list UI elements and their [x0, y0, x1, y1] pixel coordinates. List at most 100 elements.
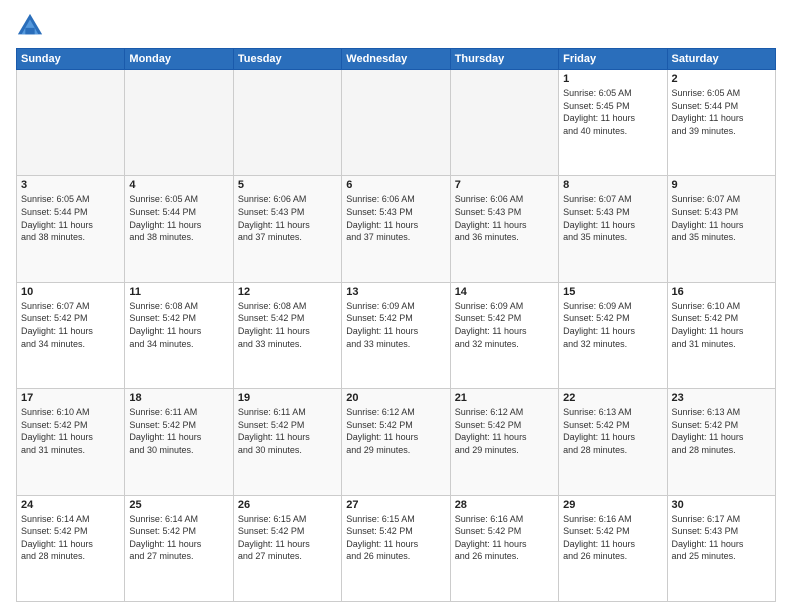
weekday-header-sunday: Sunday — [17, 49, 125, 70]
day-cell-empty — [450, 70, 558, 176]
day-info-3: Sunrise: 6:05 AMSunset: 5:44 PMDaylight:… — [21, 193, 120, 243]
day-cell-8: 8 Sunrise: 6:07 AMSunset: 5:43 PMDaylight… — [559, 176, 667, 282]
day-cell-6: 6Sunrise: 6:06 AMSunset: 5:43 PMDaylight… — [342, 176, 450, 282]
day-cell-5: 5 Sunrise: 6:06 AMSunset: 5:43 PMDaylight… — [233, 176, 341, 282]
day-info-15: Sunrise: 6:09 AMSunset: 5:42 PMDaylight:… — [563, 300, 662, 350]
day-cell-1: 1 Sunrise: 6:05 AMSunset: 5:45 PMDaylight… — [559, 70, 667, 176]
day-number-11: 11 — [129, 286, 228, 298]
day-info-4: Sunrise: 6:05 AMSunset: 5:44 PMDaylight:… — [129, 193, 228, 243]
day-number-13: 13 — [346, 286, 445, 298]
day-info-24: Sunrise: 6:14 AMSunset: 5:42 PMDaylight:… — [21, 513, 120, 563]
day-number-8: 8 — [563, 179, 662, 191]
day-cell-10: 10 Sunrise: 6:07 AMSunset: 5:42 PMDayligh… — [17, 282, 125, 388]
day-cell-13: 13 Sunrise: 6:09 AMSunset: 5:42 PMDayligh… — [342, 282, 450, 388]
day-cell-7: 7 Sunrise: 6:06 AMSunset: 5:43 PMDaylight… — [450, 176, 558, 282]
page: SundayMondayTuesdayWednesdayThursdayFrid… — [0, 0, 792, 612]
day-number-9: 9 — [672, 179, 771, 191]
day-info-12: Sunrise: 6:08 AMSunset: 5:42 PMDaylight:… — [238, 300, 337, 350]
day-info-29: Sunrise: 6:16 AMSunset: 5:42 PMDaylight:… — [563, 513, 662, 563]
day-number-22: 22 — [563, 392, 662, 404]
day-info-17: Sunrise: 6:10 AMSunset: 5:42 PMDaylight:… — [21, 406, 120, 456]
day-cell-26: 26 Sunrise: 6:15 AMSunset: 5:42 PMDayligh… — [233, 495, 341, 601]
day-cell-25: 25 Sunrise: 6:14 AMSunset: 5:42 PMDayligh… — [125, 495, 233, 601]
day-number-25: 25 — [129, 499, 228, 511]
day-number-1: 1 — [563, 73, 662, 85]
week-row-3: 10 Sunrise: 6:07 AMSunset: 5:42 PMDayligh… — [17, 282, 776, 388]
day-cell-27: 27 Sunrise: 6:15 AMSunset: 5:42 PMDayligh… — [342, 495, 450, 601]
day-number-20: 20 — [346, 392, 445, 404]
day-number-10: 10 — [21, 286, 120, 298]
day-info-10: Sunrise: 6:07 AMSunset: 5:42 PMDaylight:… — [21, 300, 120, 350]
day-cell-12: 12 Sunrise: 6:08 AMSunset: 5:42 PMDayligh… — [233, 282, 341, 388]
day-cell-4: 4 Sunrise: 6:05 AMSunset: 5:44 PMDaylight… — [125, 176, 233, 282]
day-number-5: 5 — [238, 179, 337, 191]
day-cell-29: 29 Sunrise: 6:16 AMSunset: 5:42 PMDayligh… — [559, 495, 667, 601]
day-cell-21: 21Sunrise: 6:12 AMSunset: 5:42 PMDayligh… — [450, 389, 558, 495]
calendar-table: SundayMondayTuesdayWednesdayThursdayFrid… — [16, 48, 776, 602]
day-cell-28: 28Sunrise: 6:16 AMSunset: 5:42 PMDayligh… — [450, 495, 558, 601]
day-info-7: Sunrise: 6:06 AMSunset: 5:43 PMDaylight:… — [455, 193, 554, 243]
day-number-15: 15 — [563, 286, 662, 298]
weekday-header-thursday: Thursday — [450, 49, 558, 70]
day-cell-19: 19 Sunrise: 6:11 AMSunset: 5:42 PMDayligh… — [233, 389, 341, 495]
week-row-4: 17Sunrise: 6:10 AMSunset: 5:42 PMDayligh… — [17, 389, 776, 495]
day-number-7: 7 — [455, 179, 554, 191]
day-number-6: 6 — [346, 179, 445, 191]
day-cell-empty — [125, 70, 233, 176]
day-number-19: 19 — [238, 392, 337, 404]
logo — [16, 12, 48, 40]
day-number-14: 14 — [455, 286, 554, 298]
day-cell-11: 11 Sunrise: 6:08 AMSunset: 5:42 PMDayligh… — [125, 282, 233, 388]
day-number-12: 12 — [238, 286, 337, 298]
day-info-14: Sunrise: 6:09 AMSunset: 5:42 PMDaylight:… — [455, 300, 554, 350]
day-number-23: 23 — [672, 392, 771, 404]
day-info-27: Sunrise: 6:15 AMSunset: 5:42 PMDaylight:… — [346, 513, 445, 563]
day-info-2: Sunrise: 6:05 AMSunset: 5:44 PMDaylight:… — [672, 87, 771, 137]
day-cell-30: 30Sunrise: 6:17 AMSunset: 5:43 PMDayligh… — [667, 495, 775, 601]
day-info-22: Sunrise: 6:13 AMSunset: 5:42 PMDaylight:… — [563, 406, 662, 456]
week-row-5: 24 Sunrise: 6:14 AMSunset: 5:42 PMDayligh… — [17, 495, 776, 601]
day-number-16: 16 — [672, 286, 771, 298]
day-info-28: Sunrise: 6:16 AMSunset: 5:42 PMDaylight:… — [455, 513, 554, 563]
day-info-8: Sunrise: 6:07 AMSunset: 5:43 PMDaylight:… — [563, 193, 662, 243]
day-number-26: 26 — [238, 499, 337, 511]
day-info-19: Sunrise: 6:11 AMSunset: 5:42 PMDaylight:… — [238, 406, 337, 456]
header — [16, 12, 776, 40]
day-number-18: 18 — [129, 392, 228, 404]
week-row-1: 1 Sunrise: 6:05 AMSunset: 5:45 PMDaylight… — [17, 70, 776, 176]
day-info-9: Sunrise: 6:07 AMSunset: 5:43 PMDaylight:… — [672, 193, 771, 243]
day-cell-22: 22 Sunrise: 6:13 AMSunset: 5:42 PMDayligh… — [559, 389, 667, 495]
day-info-13: Sunrise: 6:09 AMSunset: 5:42 PMDaylight:… — [346, 300, 445, 350]
day-cell-empty — [17, 70, 125, 176]
day-cell-17: 17Sunrise: 6:10 AMSunset: 5:42 PMDayligh… — [17, 389, 125, 495]
day-info-23: Sunrise: 6:13 AMSunset: 5:42 PMDaylight:… — [672, 406, 771, 456]
day-number-29: 29 — [563, 499, 662, 511]
weekday-header-tuesday: Tuesday — [233, 49, 341, 70]
weekday-header-row: SundayMondayTuesdayWednesdayThursdayFrid… — [17, 49, 776, 70]
day-cell-9: 9 Sunrise: 6:07 AMSunset: 5:43 PMDaylight… — [667, 176, 775, 282]
weekday-header-saturday: Saturday — [667, 49, 775, 70]
day-cell-empty — [342, 70, 450, 176]
day-number-27: 27 — [346, 499, 445, 511]
day-cell-14: 14 Sunrise: 6:09 AMSunset: 5:42 PMDayligh… — [450, 282, 558, 388]
day-info-26: Sunrise: 6:15 AMSunset: 5:42 PMDaylight:… — [238, 513, 337, 563]
day-info-25: Sunrise: 6:14 AMSunset: 5:42 PMDaylight:… — [129, 513, 228, 563]
day-info-5: Sunrise: 6:06 AMSunset: 5:43 PMDaylight:… — [238, 193, 337, 243]
week-row-2: 3 Sunrise: 6:05 AMSunset: 5:44 PMDaylight… — [17, 176, 776, 282]
day-info-18: Sunrise: 6:11 AMSunset: 5:42 PMDaylight:… — [129, 406, 228, 456]
day-cell-2: 2Sunrise: 6:05 AMSunset: 5:44 PMDaylight… — [667, 70, 775, 176]
day-info-20: Sunrise: 6:12 AMSunset: 5:42 PMDaylight:… — [346, 406, 445, 456]
weekday-header-wednesday: Wednesday — [342, 49, 450, 70]
day-info-1: Sunrise: 6:05 AMSunset: 5:45 PMDaylight:… — [563, 87, 662, 137]
day-number-4: 4 — [129, 179, 228, 191]
day-cell-23: 23 Sunrise: 6:13 AMSunset: 5:42 PMDayligh… — [667, 389, 775, 495]
day-cell-15: 15 Sunrise: 6:09 AMSunset: 5:42 PMDayligh… — [559, 282, 667, 388]
day-cell-3: 3 Sunrise: 6:05 AMSunset: 5:44 PMDaylight… — [17, 176, 125, 282]
day-number-3: 3 — [21, 179, 120, 191]
day-number-24: 24 — [21, 499, 120, 511]
weekday-header-monday: Monday — [125, 49, 233, 70]
weekday-header-friday: Friday — [559, 49, 667, 70]
day-info-11: Sunrise: 6:08 AMSunset: 5:42 PMDaylight:… — [129, 300, 228, 350]
day-info-30: Sunrise: 6:17 AMSunset: 5:43 PMDaylight:… — [672, 513, 771, 563]
day-cell-16: 16Sunrise: 6:10 AMSunset: 5:42 PMDayligh… — [667, 282, 775, 388]
